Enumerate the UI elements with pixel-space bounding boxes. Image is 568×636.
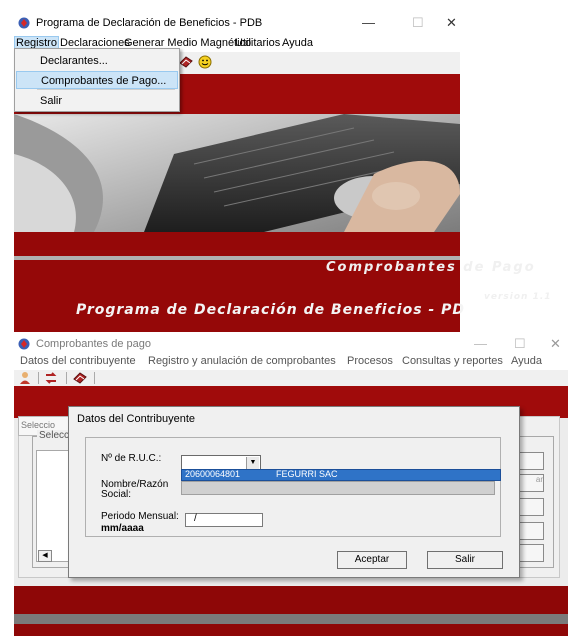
accept-label: Aceptar (354, 554, 390, 565)
window-title: Comprobantes de pago (36, 338, 151, 350)
toolbar-separator (38, 372, 39, 384)
pdb-app-icon (18, 17, 30, 29)
toolbar-separator (94, 372, 95, 384)
menu-item-declarantes[interactable]: Declarantes... (16, 52, 178, 70)
menu-datos-contribuyente[interactable]: Datos del contribuyente (20, 355, 136, 367)
comprobantes-banner-text: Comprobantes de Pago (326, 260, 536, 275)
group-label: Selecc (37, 430, 72, 441)
person-icon[interactable] (18, 371, 32, 385)
exit-button[interactable]: Salir (427, 551, 503, 569)
name-label-line2: Social: (101, 489, 132, 500)
period-value: / (194, 513, 197, 524)
footer-band (14, 624, 568, 636)
close-button[interactable]: ✕ (550, 336, 561, 352)
menu-registro-anulacion[interactable]: Registro y anulación de comprobantes (148, 355, 336, 367)
version-text: version 1.1 (484, 292, 552, 302)
divider-line (14, 614, 568, 624)
menu-item-label: Declarantes... (40, 55, 108, 67)
window-title: Programa de Declaración de Beneficios - … (36, 17, 263, 29)
period-input[interactable]: / (185, 513, 263, 527)
maximize-button[interactable]: ☐ (514, 336, 526, 352)
footer-band (14, 586, 568, 614)
minimize-button[interactable]: — (474, 336, 487, 351)
menu-bar: Datos del contribuyente Registro y anula… (14, 354, 568, 370)
accept-button[interactable]: Aceptar (337, 551, 407, 569)
minimize-button[interactable]: — (362, 15, 375, 30)
tab-label: Seleccio (21, 420, 56, 430)
ruc-dropdown-option[interactable]: 20600064801 FEGURRI SAC (181, 469, 501, 481)
option-ruc: 20600064801 (185, 469, 241, 479)
menu-item-label: Comprobantes de Pago... (41, 75, 167, 87)
period-format: mm/aaaa (101, 523, 144, 534)
datos-contribuyente-dialog: Datos del Contribuyente Nº de R.U.C.: ▼ … (68, 406, 520, 578)
chevron-down-icon[interactable]: ▼ (246, 457, 259, 469)
registro-dropdown-menu: Declarantes... Comprobantes de Pago... S… (14, 48, 180, 112)
toolbar-separator (66, 372, 67, 384)
smiley-icon[interactable] (198, 55, 212, 69)
menu-item-salir[interactable]: Salir (16, 92, 178, 110)
period-label: Periodo Mensual: (101, 511, 179, 522)
ruc-label: Nº de R.U.C.: (101, 453, 162, 464)
exchange-icon[interactable] (44, 371, 58, 385)
scroll-left-icon[interactable]: ◀ (38, 550, 52, 562)
menu-utilitarios[interactable]: Utilitarios (235, 37, 280, 49)
pdb-app-icon (18, 338, 30, 350)
menu-item-label: Salir (40, 95, 63, 107)
keyboard-image (14, 114, 460, 232)
title-bar: Comprobantes de pago — ☐ ✕ (14, 334, 568, 354)
close-button[interactable]: ✕ (446, 15, 457, 31)
razon-social-field (181, 481, 495, 495)
menu-item-comprobantes-de-pago[interactable]: Comprobantes de Pago... (16, 71, 178, 89)
menu-ayuda[interactable]: Ayuda (282, 37, 313, 49)
book-icon[interactable] (72, 371, 88, 385)
book-icon[interactable] (178, 55, 194, 69)
toolbar (14, 370, 568, 386)
menu-separator (37, 89, 175, 90)
button-label: ar (535, 475, 543, 484)
menu-consultas-reportes[interactable]: Consultas y reportes (402, 355, 503, 367)
menu-procesos[interactable]: Procesos (347, 355, 393, 367)
option-name: FEGURRI SAC (276, 469, 338, 479)
title-bar: Programa de Declaración de Beneficios - … (14, 10, 460, 36)
dialog-title: Datos del Contribuyente (77, 413, 196, 425)
pdb-banner-text: Programa de Declaración de Beneficios - … (76, 302, 465, 318)
exit-label: Salir (454, 554, 475, 565)
maximize-button[interactable]: ☐ (412, 15, 424, 31)
menu-ayuda[interactable]: Ayuda (511, 355, 542, 367)
